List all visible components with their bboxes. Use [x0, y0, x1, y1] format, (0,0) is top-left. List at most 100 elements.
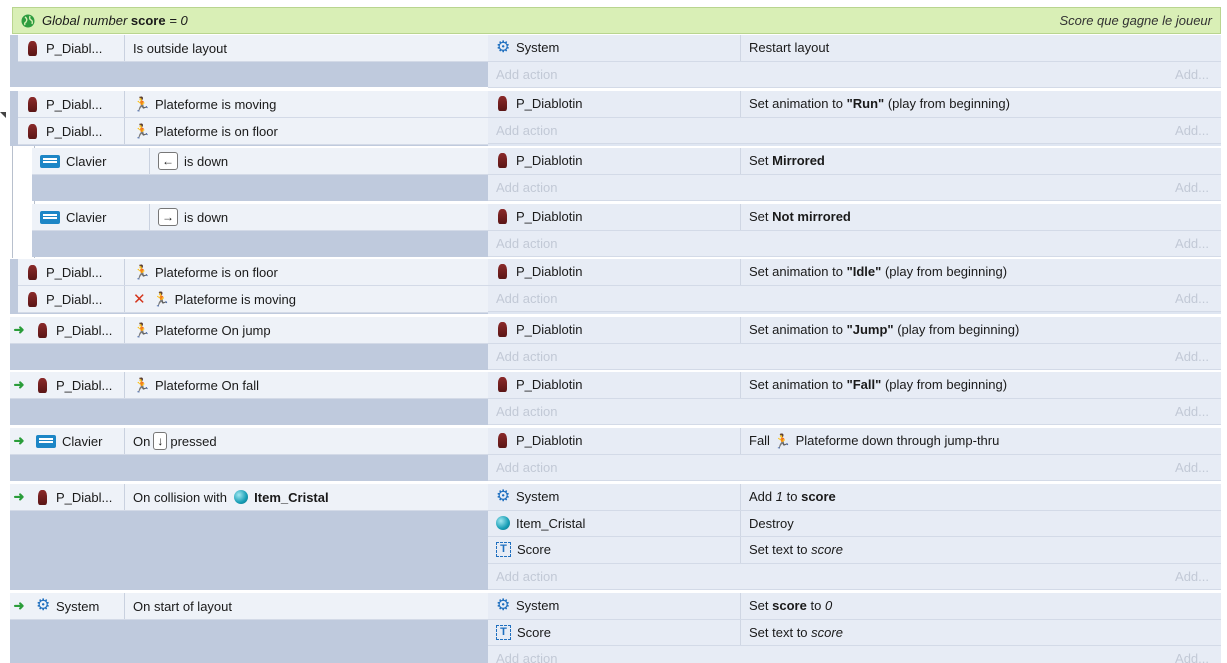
action-text: Set text to score [749, 542, 843, 558]
condition-row[interactable]: ➜ P_Diabl... 🏃 Plateforme On jump [10, 317, 488, 344]
add-link[interactable]: Add... [1175, 349, 1221, 364]
condition-text: 🏃 Plateforme is on floor [133, 264, 278, 280]
event-block[interactable]: ➜ P_Diabl... 🏃 Plateforme On jump P_Diabl… [10, 317, 1221, 370]
condition-row[interactable]: Clavier → is down [32, 204, 488, 231]
action-text: Set score to 0 [749, 598, 833, 614]
condition-object: Clavier [32, 204, 150, 230]
event-block[interactable]: ➜ P_Diabl... On collision with Item_Cris… [10, 484, 1221, 590]
platform-behavior-icon: 🏃 [133, 322, 151, 338]
action-row[interactable]: Item_Cristal Destroy [488, 510, 1221, 537]
action-row[interactable]: P_Diablotin Set animation to "Idle" (pla… [488, 259, 1221, 286]
add-action-link[interactable]: Add action [488, 236, 1175, 251]
sub-event-block[interactable]: Clavier → is down P_Diablotin Set Not mir… [10, 204, 1221, 257]
sprite-icon [498, 209, 507, 225]
action-column: P_Diablotin Set animation to "Jump" (pla… [488, 317, 1221, 370]
action-row[interactable]: P_Diablotin Set animation to "Run" (play… [488, 91, 1221, 118]
event-block[interactable]: ➜ Clavier On ↓ pressed P_Diablotin Fall 🏃 P… [10, 428, 1221, 481]
add-action-link[interactable]: Add action [488, 569, 1175, 584]
event-block[interactable]: P_Diabl... 🏃 Plateforme is on floor P_Dia… [10, 259, 1221, 314]
add-link[interactable]: Add... [1175, 67, 1221, 82]
condition-row[interactable]: ➜ P_Diabl... On collision with Item_Cris… [10, 484, 488, 511]
action-row[interactable]: ⚙ System Set score to 0 [488, 593, 1221, 620]
add-link[interactable]: Add... [1175, 569, 1221, 584]
add-action-link[interactable]: Add action [488, 460, 1175, 475]
add-link[interactable]: Add... [1175, 123, 1221, 138]
event-block[interactable]: ➜ P_Diabl... 🏃 Plateforme On fall P_Diabl… [10, 372, 1221, 425]
sprite-icon [28, 40, 37, 56]
condition-row[interactable]: P_Diabl... 🏃 Plateforme is moving [18, 91, 488, 118]
global-variable-name: score [130, 13, 166, 28]
action-text: Set text to score [749, 624, 843, 640]
condition-object: ⚙ System [28, 593, 125, 619]
action-text: Destroy [749, 515, 794, 531]
add-action-row[interactable]: Add action Add... [488, 61, 1221, 88]
add-link[interactable]: Add... [1175, 404, 1221, 419]
action-row[interactable]: P_Diablotin Fall 🏃 Plateforme down throug… [488, 428, 1221, 455]
event-block[interactable]: P_Diabl... Is outside layout ⚙ System Res… [10, 35, 1221, 88]
add-action-row[interactable]: Add action Add... [488, 174, 1221, 201]
sprite-icon [498, 322, 507, 338]
condition-row[interactable]: ➜ P_Diabl... 🏃 Plateforme On fall [10, 372, 488, 399]
add-link[interactable]: Add... [1175, 236, 1221, 251]
condition-row[interactable]: Clavier ← is down [32, 148, 488, 175]
action-column: P_Diablotin Set animation to "Idle" (pla… [488, 259, 1221, 314]
action-row[interactable]: T Score Set text to score [488, 619, 1221, 646]
action-object: P_Diablotin [488, 259, 741, 285]
action-row[interactable]: P_Diablotin Set animation to "Fall" (pla… [488, 372, 1221, 399]
condition-object: Clavier [28, 428, 125, 454]
action-row[interactable]: P_Diablotin Set Mirrored [488, 148, 1221, 175]
add-link[interactable]: Add... [1175, 180, 1221, 195]
condition-column: Clavier ← is down [32, 148, 488, 201]
condition-row[interactable]: ➜ ⚙ System On start of layout [10, 593, 488, 620]
add-action-row[interactable]: Add action Add... [488, 563, 1221, 590]
add-action-row[interactable]: Add action Add... [488, 117, 1221, 144]
action-row[interactable]: P_Diablotin Set Not mirrored [488, 204, 1221, 231]
condition-row[interactable]: P_Diabl... Is outside layout [18, 35, 488, 62]
action-object: T Score [488, 537, 741, 563]
platform-behavior-icon: 🏃 [133, 96, 151, 112]
sprite-icon [498, 96, 507, 112]
add-action-row[interactable]: Add action Add... [488, 343, 1221, 370]
condition-column: ➜ ⚙ System On start of layout [10, 593, 488, 663]
action-column: P_Diablotin Set Mirrored Add action Add..… [488, 148, 1221, 201]
add-action-link[interactable]: Add action [488, 404, 1175, 419]
action-row[interactable]: P_Diablotin Set animation to "Jump" (pla… [488, 317, 1221, 344]
condition-row[interactable]: P_Diabl... 🏃 Plateforme is on floor [18, 118, 488, 145]
add-action-link[interactable]: Add action [488, 349, 1175, 364]
condition-object: P_Diabl... [28, 317, 125, 343]
collapse-triangle-icon[interactable] [0, 112, 6, 118]
action-row[interactable]: ⚙ System Add 1 to score [488, 484, 1221, 511]
add-action-row[interactable]: Add action Add... [488, 454, 1221, 481]
event-block[interactable]: P_Diabl... 🏃 Plateforme is moving P_Diabl… [10, 91, 1221, 146]
add-action-row[interactable]: Add action Add... [488, 646, 1221, 663]
add-action-row[interactable]: Add action Add... [488, 398, 1221, 425]
trigger-arrow-icon: ➜ [13, 489, 25, 504]
crystal-ball-icon [496, 516, 510, 531]
add-action-row[interactable]: Add action Add... [488, 230, 1221, 257]
sprite-icon [38, 377, 47, 393]
action-text: Add 1 to score [749, 489, 836, 505]
action-row[interactable]: ⚙ System Restart layout [488, 35, 1221, 62]
add-action-link[interactable]: Add action [488, 180, 1175, 195]
add-link[interactable]: Add... [1175, 291, 1221, 306]
add-action-row[interactable]: Add action Add... [488, 285, 1221, 312]
sub-event-block[interactable]: Clavier ← is down P_Diablotin Set Mirrore… [10, 148, 1221, 201]
add-action-link[interactable]: Add action [488, 651, 1175, 663]
action-row[interactable]: T Score Set text to score [488, 537, 1221, 564]
global-variable-row[interactable]: Global number score = 0 Score que gagne … [12, 7, 1221, 34]
event-block[interactable]: ➜ ⚙ System On start of layout ⚙ System Set… [10, 593, 1221, 663]
condition-row[interactable]: P_Diabl... ✕ 🏃 Plateforme is moving [18, 286, 488, 313]
action-text: Set Not mirrored [749, 209, 851, 225]
condition-row[interactable]: P_Diabl... 🏃 Plateforme is on floor [18, 259, 488, 286]
add-link[interactable]: Add... [1175, 460, 1221, 475]
add-action-link[interactable]: Add action [488, 291, 1175, 306]
add-link[interactable]: Add... [1175, 651, 1221, 663]
action-object: ⚙ System [488, 484, 741, 510]
key-down-icon: ↓ [153, 432, 168, 450]
add-action-link[interactable]: Add action [488, 123, 1175, 138]
invert-x-icon: ✕ [133, 291, 146, 308]
sprite-icon [498, 377, 507, 393]
condition-row[interactable]: ➜ Clavier On ↓ pressed [10, 428, 488, 455]
add-action-link[interactable]: Add action [488, 67, 1175, 82]
action-column: ⚙ System Set score to 0 T Score Set text t… [488, 593, 1221, 663]
